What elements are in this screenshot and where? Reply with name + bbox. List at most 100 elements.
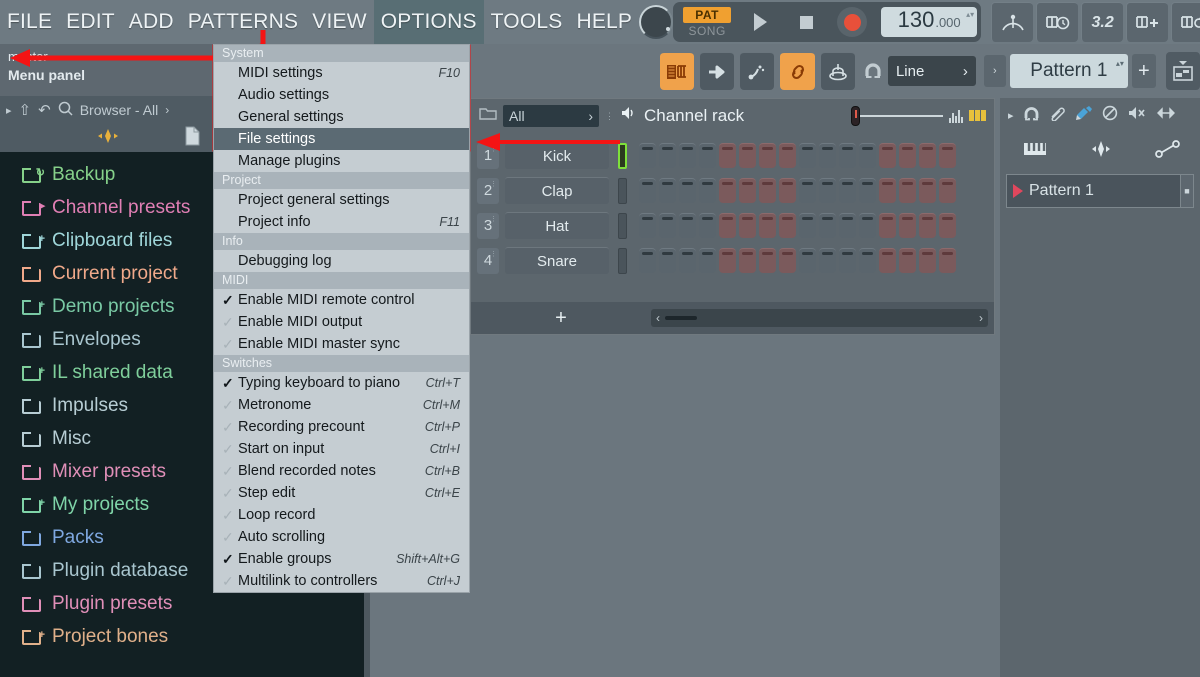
step-button[interactable] — [739, 178, 756, 203]
paint-icon[interactable] — [1075, 105, 1093, 125]
mute-icon[interactable] — [1102, 105, 1118, 125]
menu-item-enable-midi-remote-control[interactable]: ✓ Enable MIDI remote control — [214, 289, 469, 311]
record-button[interactable] — [829, 4, 875, 40]
step-button[interactable] — [679, 143, 696, 168]
automation-icon[interactable] — [1086, 139, 1116, 164]
step-button[interactable] — [679, 213, 696, 238]
step-button[interactable] — [639, 143, 656, 168]
menu-item-enable-groups[interactable]: ✓ Enable groups Shift+Alt+G — [214, 548, 469, 570]
step-button[interactable] — [939, 178, 956, 203]
options-dropdown-menu[interactable]: System MIDI settings F10 Audio settings Gene… — [213, 44, 470, 593]
menu-item-manage-plugins[interactable]: Manage plugins — [214, 150, 469, 172]
channel-row[interactable]: 2 ⋮ Clap — [471, 173, 994, 208]
pitch-icon[interactable] — [991, 2, 1034, 42]
step-button[interactable] — [819, 178, 836, 203]
step-button[interactable] — [939, 213, 956, 238]
channel-filter-selector[interactable]: All › — [503, 104, 599, 127]
new-file-icon[interactable] — [184, 126, 201, 151]
menu-help[interactable]: HELP — [569, 0, 639, 44]
menu-item-recording-precount[interactable]: ✓ Recording precount Ctrl+P — [214, 416, 469, 438]
step-button[interactable] — [819, 248, 836, 273]
pattern-mode-button[interactable]: PAT — [683, 6, 731, 23]
step-button[interactable] — [819, 213, 836, 238]
step-button[interactable] — [899, 248, 916, 273]
channel-led[interactable] — [618, 247, 627, 274]
step-button[interactable] — [719, 213, 736, 238]
menu-item-start-on-input[interactable]: ✓ Start on input Ctrl+I — [214, 438, 469, 460]
arrow-icon[interactable]: ▸ — [1008, 109, 1014, 122]
arrow-right-icon[interactable] — [700, 52, 735, 90]
menu-edit[interactable]: EDIT — [59, 0, 122, 44]
menu-item-debugging-log[interactable]: Debugging log — [214, 250, 469, 272]
menu-item-general-settings[interactable]: General settings — [214, 106, 469, 128]
search-icon[interactable] — [58, 101, 73, 119]
step-button[interactable] — [699, 143, 716, 168]
step-button[interactable] — [699, 248, 716, 273]
menu-tools[interactable]: TOOLS — [484, 0, 570, 44]
step-button[interactable] — [759, 143, 776, 168]
menu-view[interactable]: VIEW — [305, 0, 373, 44]
step-button[interactable] — [899, 178, 916, 203]
step-button[interactable] — [839, 178, 856, 203]
play-right-icon[interactable]: ▸ — [6, 104, 12, 117]
channel-number[interactable]: 2 ⋮ — [477, 177, 499, 204]
step-button[interactable] — [739, 248, 756, 273]
rack-horizontal-scrollbar[interactable]: ‹ › — [651, 309, 988, 327]
link-node-icon[interactable] — [1154, 139, 1182, 164]
menu-item-blend-recorded-notes[interactable]: ✓ Blend recorded notes Ctrl+B — [214, 460, 469, 482]
knob-tool-icon[interactable] — [820, 52, 855, 90]
speaker-icon[interactable] — [620, 105, 638, 126]
step-button[interactable] — [639, 248, 656, 273]
menu-item-multilink-to-controllers[interactable]: ✓ Multilink to controllers Ctrl+J — [214, 570, 469, 592]
menu-patterns[interactable]: PATTERNS — [181, 0, 306, 44]
step-button[interactable] — [859, 178, 876, 203]
step-button[interactable] — [679, 248, 696, 273]
step-button[interactable] — [659, 143, 676, 168]
draw-note-icon[interactable] — [740, 52, 775, 90]
step-button[interactable] — [699, 178, 716, 203]
link-chain-icon[interactable] — [780, 52, 815, 90]
piano-roll-icon[interactable] — [1022, 139, 1048, 164]
track-options-icon[interactable]: ■ — [1180, 174, 1194, 208]
channel-row[interactable]: 4 ⋮ Snare — [471, 243, 994, 278]
step-button[interactable] — [819, 143, 836, 168]
step-button[interactable] — [919, 143, 936, 168]
menu-item-file-settings[interactable]: File settings — [214, 128, 469, 150]
step-button[interactable] — [779, 143, 796, 168]
step-button[interactable] — [919, 248, 936, 273]
channel-name-button[interactable]: Clap — [505, 177, 609, 204]
channel-row[interactable]: 3 ⋮ Hat — [471, 208, 994, 243]
rack-scroll-right-icon[interactable]: › — [979, 311, 983, 325]
step-button[interactable] — [779, 178, 796, 203]
speaker-mute-icon[interactable] — [1127, 105, 1147, 125]
add-pattern-button[interactable]: + — [1131, 54, 1156, 88]
menu-item-metronome[interactable]: ✓ Metronome Ctrl+M — [214, 394, 469, 416]
rack-scroll-left-icon[interactable]: ‹ — [656, 311, 660, 325]
pattern-song-toggle[interactable]: PAT SONG — [677, 4, 737, 40]
step-button[interactable] — [679, 178, 696, 203]
slip-icon[interactable] — [1049, 106, 1066, 125]
menu-item-step-edit[interactable]: ✓ Step edit Ctrl+E — [214, 482, 469, 504]
channel-row[interactable]: 1 ⋮ Kick — [471, 138, 994, 173]
step-button[interactable] — [659, 213, 676, 238]
channel-name-button[interactable]: Kick — [505, 142, 609, 169]
menu-options[interactable]: OPTIONS — [373, 0, 484, 44]
snap-selector[interactable]: Line › — [887, 56, 976, 86]
step-button[interactable] — [839, 143, 856, 168]
menu-item-midi-settings[interactable]: MIDI settings F10 — [214, 62, 469, 84]
sparkle-icon[interactable] — [92, 127, 124, 150]
stretch-icon[interactable] — [1156, 106, 1176, 124]
step-button[interactable] — [799, 213, 816, 238]
step-button[interactable] — [739, 213, 756, 238]
step-button[interactable] — [799, 248, 816, 273]
step-button[interactable] — [759, 178, 776, 203]
step-button[interactable] — [939, 143, 956, 168]
channel-number[interactable]: 1 ⋮ — [477, 142, 499, 169]
step-button[interactable] — [699, 213, 716, 238]
step-button[interactable] — [759, 248, 776, 273]
rack-menu-dots-icon[interactable]: ⋮ — [605, 111, 614, 120]
step-button[interactable] — [659, 178, 676, 203]
menu-item-loop-record[interactable]: ✓ Loop record — [214, 504, 469, 526]
menu-item-enable-midi-master-sync[interactable]: ✓ Enable MIDI master sync — [214, 333, 469, 355]
back-arrow-icon[interactable]: ↶ — [38, 101, 51, 119]
